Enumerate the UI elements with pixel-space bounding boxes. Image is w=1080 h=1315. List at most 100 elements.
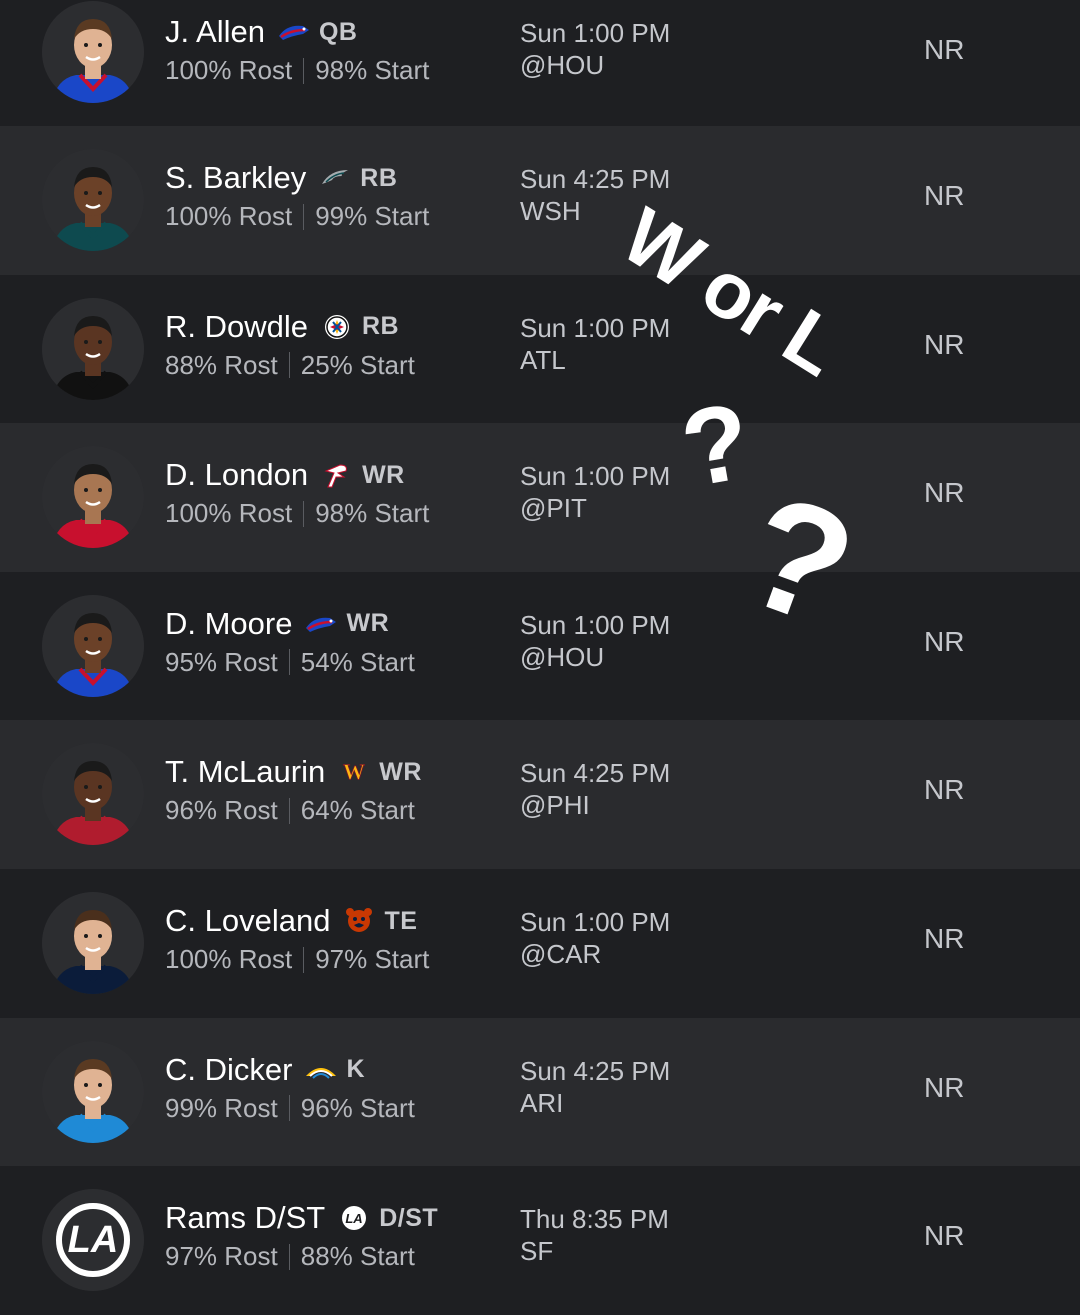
player-row[interactable]: D. Moore WR 95% Rost 54% Start Sun 1:00 PM @H… [0,571,1080,721]
player-rank: NR [924,923,965,954]
player-rank: NR [924,477,965,509]
player-position: RB [360,163,398,192]
divider [288,649,290,676]
bills-logo-icon [277,18,311,46]
rostered-percent: 100% Rost [165,498,293,529]
player-rank: NR [924,180,965,211]
rostered-percent: 100% Rost [165,944,293,974]
player-headshot[interactable] [42,1,144,103]
ownership-stats: 88% Rost 25% Start [165,350,415,381]
player-name-link[interactable]: D. London [165,457,308,493]
commanders-logo-icon: W [337,758,371,786]
rostered-percent: 88% Rost [165,349,278,380]
player-rank: NR [924,34,965,65]
roster-list: J. Allen QB 100% Rost 98% Start Sun 1:00 PM @… [0,0,1080,1315]
player-rank: NR [924,625,965,657]
opponent[interactable]: @HOU [520,50,604,81]
player-headshot[interactable] [42,892,144,994]
player-position: QB [318,17,358,46]
started-percent: 88% Start [300,1241,415,1272]
player-name-line: D. London WR [165,455,405,495]
svg-text:LA: LA [346,1211,363,1226]
ownership-stats: 97% Rost 88% Start [165,1241,415,1272]
started-percent: 54% Start [300,646,415,677]
divider [303,57,305,84]
player-headshot[interactable] [42,446,144,549]
opponent[interactable]: @HOU [520,642,604,673]
divider [288,352,290,379]
bills-logo-icon [304,610,338,638]
rostered-percent: 99% Rost [165,1092,278,1123]
opponent[interactable]: @PHI [520,790,590,821]
steelers-logo-icon [320,313,354,341]
rostered-percent: 96% Rost [165,795,278,826]
rostered-percent: 97% Rost [165,1241,278,1272]
player-row[interactable]: R. Dowdle RB 88% Rost 25% Start Sun 1:00 PM A… [0,274,1080,424]
player-row[interactable]: C. Dicker K 99% Rost 96% Start Sun 4:25 PM AR… [0,1017,1080,1167]
opponent[interactable]: @PIT [520,493,587,524]
ownership-stats: 95% Rost 54% Start [165,647,415,678]
bears-logo-icon [342,907,376,935]
opponent[interactable]: SF [520,1236,553,1267]
player-name-link[interactable]: C. Dicker [165,1052,292,1088]
game-time: Sun 1:00 PM [520,609,671,640]
player-position: D/ST [379,1203,439,1232]
player-name-link[interactable]: D. Moore [165,606,292,642]
eagles-logo-icon [318,164,352,192]
player-name-link[interactable]: S. Barkley [165,160,306,196]
started-percent: 96% Start [300,1092,415,1123]
chargers-logo-icon [304,1056,338,1084]
rostered-percent: 100% Rost [165,201,293,231]
player-position: WR [346,609,390,638]
started-percent: 64% Start [300,795,415,826]
player-rank: NR [924,1220,965,1252]
player-position: K [346,1055,366,1084]
player-headshot[interactable] [42,1040,144,1143]
ownership-stats: 96% Rost 64% Start [165,795,415,826]
player-row[interactable]: D. London WR 100% Rost 98% Start Sun 1:00 PM… [0,423,1080,573]
ownership-stats: 100% Rost 99% Start [165,201,429,232]
opponent[interactable]: ARI [520,1088,563,1119]
player-row[interactable]: C. Loveland TE 100% Rost 97% Start Sun 1:00 … [0,869,1080,1018]
divider [303,203,305,230]
player-row[interactable]: LA Rams D/ST LA D/ST 97% Rost 88% Start Thu 8:… [0,1166,1080,1315]
player-name-link[interactable]: C. Loveland [165,903,330,939]
player-name-line: Rams D/ST LA D/ST [165,1198,438,1238]
player-headshot[interactable] [42,743,144,846]
game-time: Sun 1:00 PM [520,18,671,48]
player-name-link[interactable]: J. Allen [165,14,265,50]
rostered-percent: 95% Rost [165,646,278,677]
opponent[interactable]: @CAR [520,939,601,970]
started-percent: 98% Start [315,498,430,529]
player-name-line: J. Allen QB [165,12,357,52]
player-row[interactable]: S. Barkley RB 100% Rost 99% Start Sun 4:25 P… [0,126,1080,275]
player-name-line: C. Dicker K [165,1050,365,1090]
player-row[interactable]: J. Allen QB 100% Rost 98% Start Sun 1:00 PM @… [0,0,1080,126]
player-headshot[interactable] [42,297,144,400]
svg-text:LA: LA [68,1219,119,1261]
ownership-stats: 100% Rost 98% Start [165,55,429,86]
player-name-line: D. Moore WR [165,604,389,644]
player-name-line: R. Dowdle RB [165,307,399,347]
rams-logo-icon: LA [337,1204,371,1232]
player-name-link[interactable]: Rams D/ST [165,1200,325,1236]
divider [288,797,290,824]
divider [288,1095,290,1122]
divider [303,946,305,973]
player-name-link[interactable]: R. Dowdle [165,309,308,345]
player-name-link[interactable]: T. McLaurin [165,754,325,790]
divider [288,1243,290,1270]
player-row[interactable]: T. McLaurin W WR 96% Rost 64% Start Sun 4:25 … [0,720,1080,870]
opponent[interactable]: ATL [520,345,566,376]
game-time: Sun 4:25 PM [520,164,671,194]
player-headshot[interactable] [42,594,144,697]
player-position: TE [384,906,418,935]
rostered-percent: 100% Rost [165,55,293,85]
player-headshot[interactable]: LA [42,1189,144,1292]
ownership-stats: 100% Rost 97% Start [165,944,429,975]
game-time: Sun 4:25 PM [520,1055,671,1086]
opponent[interactable]: WSH [520,196,581,227]
player-headshot[interactable] [42,149,144,251]
player-position: RB [362,312,400,341]
player-name-line: S. Barkley RB [165,158,397,198]
